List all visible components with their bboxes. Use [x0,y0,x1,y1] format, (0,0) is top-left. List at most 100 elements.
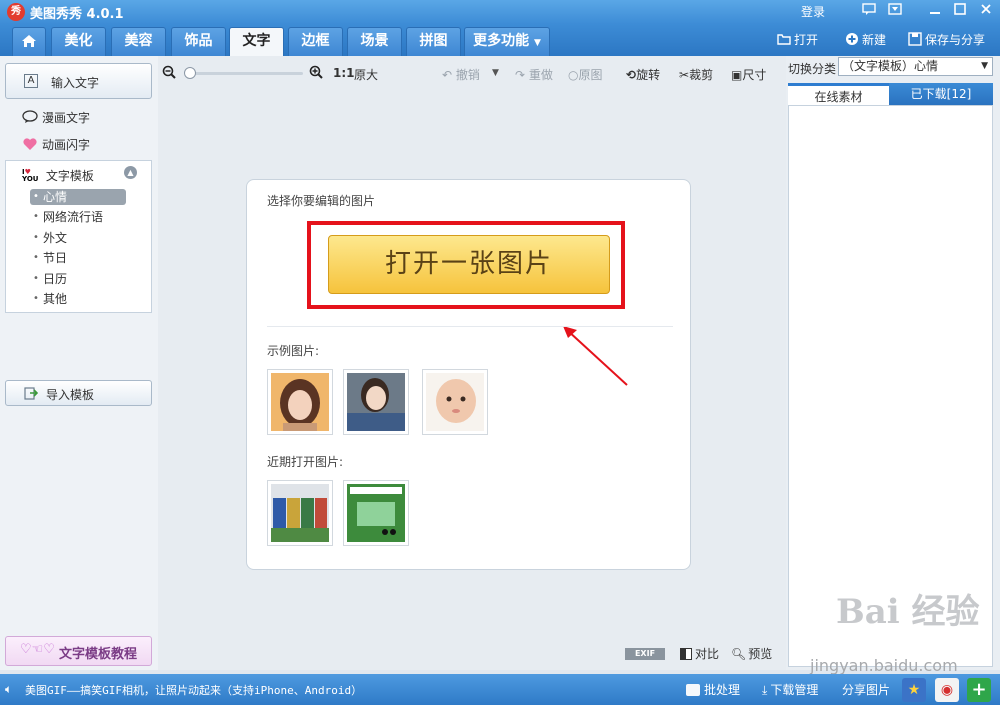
undo-label: 撤销 [455,68,480,82]
text-template-group: I♥YOU 文字模板 ▲ 心情 网络流行语 外文 节日 日历 其他 [5,160,152,313]
open-label: 打开 [794,33,819,47]
close-icon[interactable] [977,3,995,19]
open-image-button[interactable]: 打开一张图片 [328,235,610,294]
exif-badge[interactable]: EXIF [625,648,665,660]
rotate-label: 旋转 [636,68,661,82]
tab-home[interactable] [12,27,46,56]
example-thumb-3[interactable] [422,369,488,435]
zoom-ratio-button[interactable]: 1:1 [333,66,355,80]
template-item-other[interactable]: 其他 [30,291,126,307]
qzone-star-icon[interactable]: ★ [902,678,926,702]
tab-more[interactable]: 更多功能 ▼ [464,27,550,56]
i-love-you-icon: I♥ YOU [22,168,39,183]
new-button[interactable]: 新建 [845,31,886,48]
chevron-down-icon: ▼ [533,38,541,48]
scissors-icon: ✂ [679,68,690,82]
add-share-icon[interactable]: + [967,678,991,702]
text-template-tutorial-button[interactable]: ♡☜♡ 文字模板教程 [5,636,152,666]
login-link[interactable]: 登录 [801,3,825,20]
template-item-holiday[interactable]: 节日 [30,250,126,266]
example-image-girl [347,373,405,431]
tab-collage[interactable]: 拼图 [406,27,461,56]
tab-makeup[interactable]: 美容 [111,27,166,56]
speech-bubble-icon [22,110,38,124]
example-thumb-1[interactable] [267,369,333,435]
download-manager-button[interactable]: ⤓ 下载管理 [762,681,818,698]
material-list [788,105,993,667]
example-thumb-2[interactable] [343,369,409,435]
tab-beautify[interactable]: 美化 [51,27,106,56]
tab-downloaded[interactable]: 已下载[12] [889,83,993,105]
main-tab-bar: 美化 美容 饰品 文字 边框 场景 拼图 更多功能 ▼ 打开 新建 保存与分享 [0,24,1000,56]
app-logo: 秀 [7,3,25,21]
batch-icon [686,684,700,696]
weibo-icon[interactable]: ◉ [935,678,959,702]
message-icon[interactable] [860,3,878,19]
zoom-slider-thumb[interactable] [184,67,196,79]
size-button[interactable]: ▣尺寸 [731,66,766,83]
recent-thumb-1[interactable] [267,480,333,546]
compare-icon [680,648,692,660]
text-template-header[interactable]: I♥ YOU 文字模板 [22,167,94,184]
tab-text[interactable]: 文字 [229,27,284,56]
heart-sparkle-icon [22,137,38,151]
category-switch-label: 切换分类 [788,62,837,76]
template-item-mood[interactable]: 心情 [30,189,126,205]
tab-scene[interactable]: 场景 [347,27,402,56]
preview-icon: 🔍︎ [731,647,747,661]
template-item-internet-slang[interactable]: 网络流行语 [30,209,126,225]
example-image-baby [426,373,484,431]
zoom-out-icon[interactable] [162,65,176,79]
plus-circle-icon [846,33,858,45]
zoom-in-icon[interactable] [309,65,323,79]
text-a-icon: A [24,74,38,88]
crop-button[interactable]: ✂裁剪 [679,66,713,83]
menu-icon[interactable] [886,3,904,19]
zoom-slider-track[interactable] [185,72,303,75]
compare-button[interactable]: 对比 [680,645,719,662]
input-text-button[interactable]: A 输入文字 [5,63,152,99]
tab-accessory[interactable]: 饰品 [171,27,226,56]
import-template-button[interactable]: 导入模板 [5,380,152,406]
open-button[interactable]: 打开 [777,31,818,48]
save-share-button[interactable]: 保存与分享 [908,31,985,48]
undo-dropdown-icon[interactable]: ▼ [492,68,499,78]
arrow-annotation [563,326,628,386]
circle-icon: ○ [568,68,579,82]
rotate-button[interactable]: ⟲旋转 [626,66,660,83]
speaker-icon[interactable]: 🔈︎ [5,682,12,697]
batch-process-button[interactable]: 批处理 [686,681,740,698]
preview-button[interactable]: 🔍︎ 预览 [731,645,772,662]
card-divider [267,326,673,327]
redo-label: 重做 [528,68,553,82]
animated-text-label: 动画闪字 [42,138,91,152]
tab-border[interactable]: 边框 [288,27,343,56]
tab-online-materials[interactable]: 在线素材 [788,83,889,105]
category-select[interactable]: （文字模板）心情 ▼ [838,57,993,76]
maximize-icon[interactable] [951,3,969,19]
recent-image-lockers [271,484,329,542]
comic-text-item[interactable]: 漫画文字 [22,109,90,126]
share-image-button[interactable]: 分享图片 [842,681,890,698]
redo-button[interactable]: ↷ 重做 [515,66,553,83]
recent-images-label: 近期打开图片: [267,455,344,469]
minimize-icon[interactable] [926,3,944,19]
download-icon: ⤓ [762,683,768,697]
original-size-button[interactable]: 原大 [354,66,378,83]
import-template-label: 导入模板 [46,388,95,402]
right-panel: 切换分类 （文字模板）心情 ▼ 在线素材 已下载[12] Bai 经验 jing… [786,56,1000,675]
recent-thumb-2[interactable] [343,480,409,546]
save-share-label: 保存与分享 [925,33,986,47]
recent-image-table [347,484,405,542]
resize-icon: ▣ [731,68,743,82]
crop-label: 裁剪 [689,68,714,82]
text-template-label: 文字模板 [45,169,94,183]
animated-text-item[interactable]: 动画闪字 [22,136,90,153]
status-promo-text[interactable]: 美图GIF——搞笑GIF相机，让照片动起来（支持iPhone、Android） [25,682,362,698]
original-image-button[interactable]: ○原图 [568,66,603,83]
collapse-up-icon[interactable]: ▲ [124,166,137,179]
undo-button[interactable]: ↶ 撤销 [442,66,480,83]
template-item-foreign[interactable]: 外文 [30,230,126,246]
batch-label: 批处理 [704,683,741,697]
template-item-calendar[interactable]: 日历 [30,271,126,287]
